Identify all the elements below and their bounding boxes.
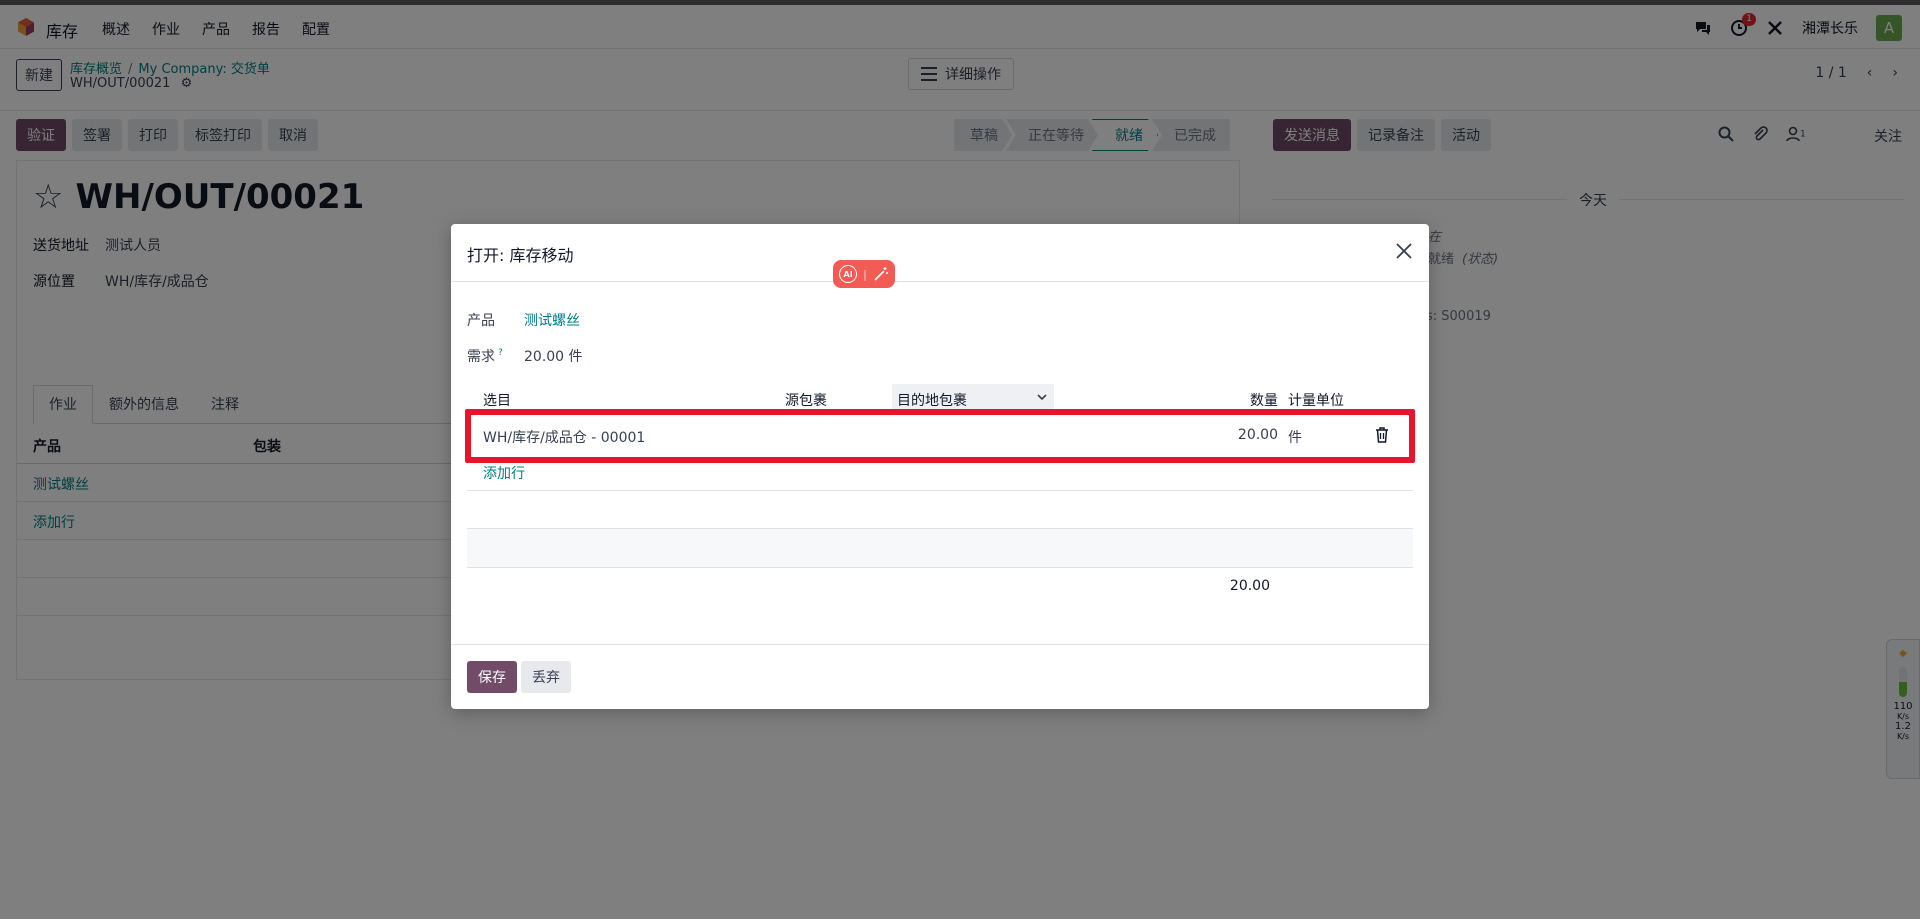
product-field: 产品 测试螺丝 <box>467 310 580 330</box>
ai-icon: AI <box>839 265 858 283</box>
column-quantity[interactable]: 数量 <box>1187 390 1278 410</box>
add-line-link[interactable]: 添加行 <box>483 463 525 483</box>
dialog-header: 打开: 库存移动 <box>451 224 1429 282</box>
demand-value: 20.00 件 <box>524 349 583 365</box>
move-lines-header: 选目 源包裹 目的地包裹 数量 计量单位 <box>467 384 1413 412</box>
chevron-down-icon[interactable] <box>1035 388 1049 406</box>
product-value[interactable]: 测试螺丝 <box>524 310 580 330</box>
column-pick[interactable]: 选目 <box>483 390 511 410</box>
row-divider <box>467 490 1413 491</box>
demand-field: 需求? 20.00 件 <box>467 346 583 366</box>
column-destination-package[interactable]: 目的地包裹 <box>892 384 1054 412</box>
demand-label: 需求 <box>467 349 495 365</box>
destination-package-label: 目的地包裹 <box>897 393 967 409</box>
close-icon[interactable] <box>1393 240 1415 262</box>
row-divider <box>467 528 1413 529</box>
save-button[interactable]: 保存 <box>467 661 517 693</box>
column-source-package[interactable]: 源包裹 <box>785 390 827 410</box>
dialog-title: 打开: 库存移动 <box>467 246 574 265</box>
column-uom[interactable]: 计量单位 <box>1288 390 1344 410</box>
product-label: 产品 <box>467 313 495 329</box>
demand-label-wrap: 需求? <box>467 346 524 366</box>
dialog-footer: 保存 丢弃 <box>451 644 1429 709</box>
highlight-box <box>465 409 1415 463</box>
discard-button[interactable]: 丢弃 <box>521 661 571 693</box>
stock-move-dialog: 打开: 库存移动 AI | 产品 测试螺丝 需求? 20.00 件 选目 源包裹… <box>451 224 1429 709</box>
quantity-total: 20.00 <box>1229 578 1270 594</box>
help-tooltip-icon[interactable]: ? <box>498 348 503 358</box>
empty-row <box>467 529 1413 567</box>
row-divider <box>467 567 1413 568</box>
magic-wand-icon <box>874 267 888 281</box>
ai-assistant-badge[interactable]: AI | <box>833 260 895 288</box>
